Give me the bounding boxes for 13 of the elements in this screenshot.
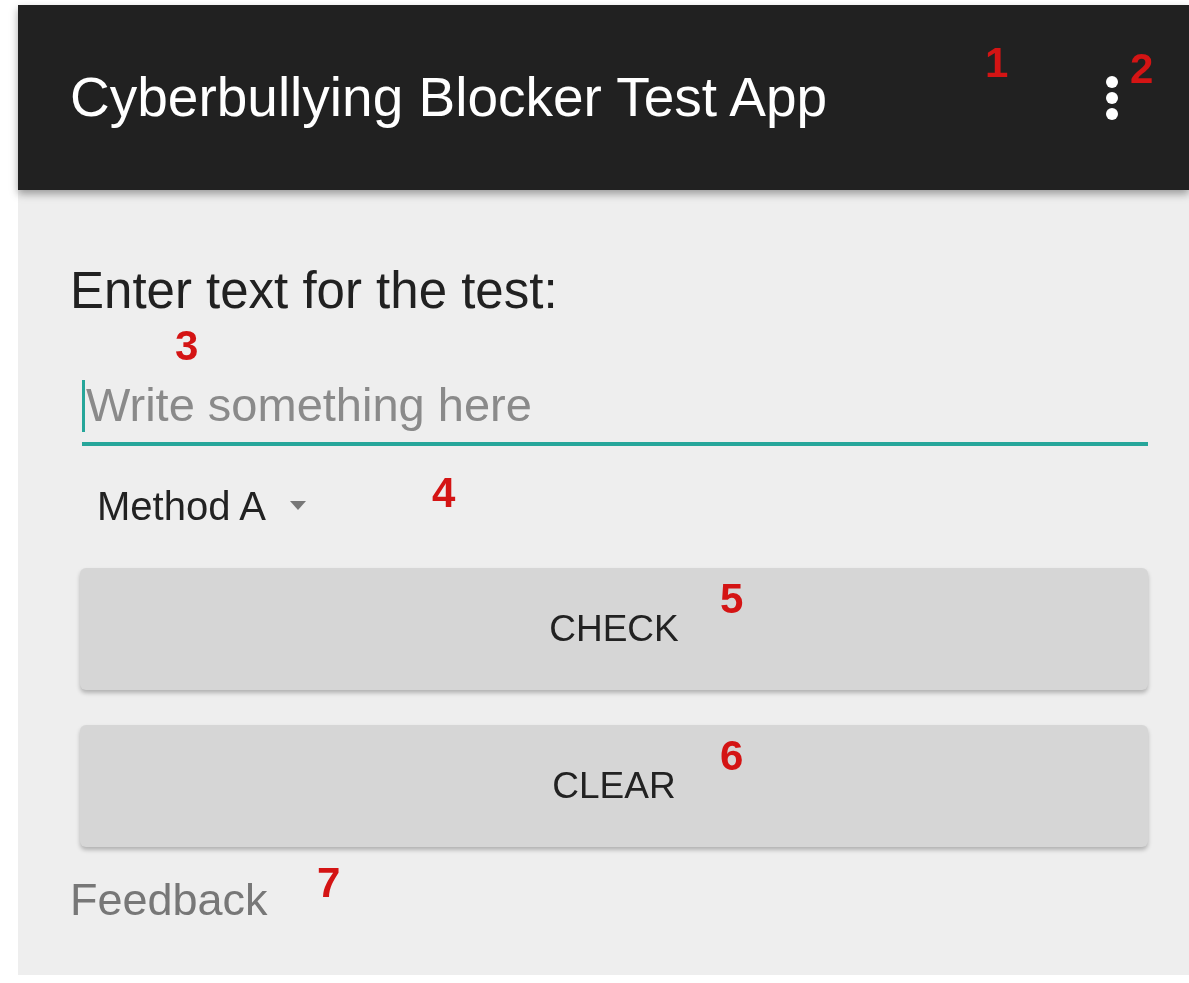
prompt-label: Enter text for the test:	[70, 265, 559, 316]
annotation-number: 7	[317, 862, 341, 904]
method-dropdown[interactable]: Method A	[97, 476, 306, 536]
annotation-number: 3	[175, 325, 199, 367]
overflow-menu-icon[interactable]	[1105, 74, 1119, 121]
annotation-number: 1	[985, 42, 1009, 84]
annotation-number: 6	[720, 735, 744, 777]
text-input-field[interactable]: Write something here	[82, 366, 1148, 446]
annotation-number: 5	[720, 578, 744, 620]
annotation-number: 2	[1130, 48, 1154, 90]
dropdown-caret-icon	[290, 501, 306, 511]
annotation-number: 4	[432, 472, 456, 514]
feedback-label: Feedback	[70, 877, 268, 922]
